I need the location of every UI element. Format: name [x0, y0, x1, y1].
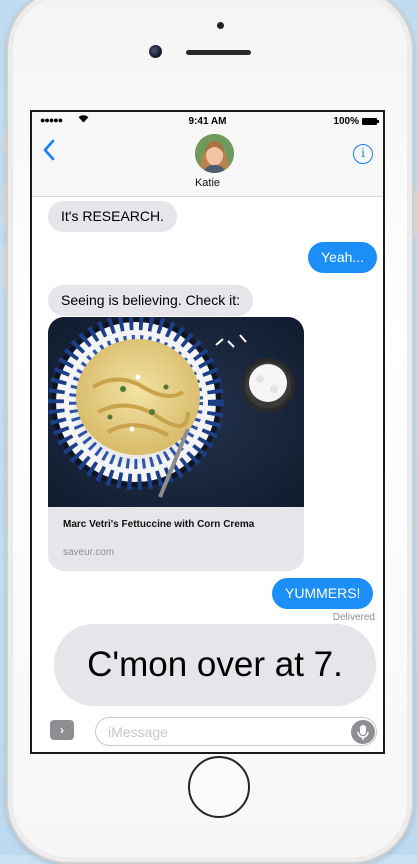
volume-up-button [3, 185, 6, 230]
contact-name[interactable]: Katie [32, 177, 383, 189]
link-preview-card[interactable]: Marc Vetri's Fettuccine with Corn Crema … [48, 317, 304, 571]
front-camera [149, 45, 162, 58]
link-preview-image [48, 317, 304, 507]
back-button[interactable] [42, 138, 62, 164]
mute-switch [3, 130, 6, 152]
message-bubble-incoming[interactable]: Seeing is believing. Check it: [48, 285, 253, 316]
contact-avatar[interactable] [195, 134, 234, 173]
status-time: 9:41 AM [188, 116, 227, 127]
battery-percentage: 100% [333, 116, 359, 127]
message-bubble-incoming-large[interactable]: C'mon over at 7. [54, 624, 376, 706]
proximity-sensor [217, 22, 224, 29]
compose-bar: › [32, 707, 383, 752]
messages-screen: ●●●●● 9:41 AM 100% Katie i It's RESEARCH… [30, 110, 385, 754]
link-preview-domain: saveur.com [63, 547, 115, 558]
conversation-header: ●●●●● 9:41 AM 100% Katie i [32, 112, 383, 197]
link-preview-title: Marc Vetri's Fettuccine with Corn Crema [63, 519, 255, 530]
microphone-button[interactable] [351, 720, 375, 744]
delivered-status: Delivered [332, 612, 375, 623]
info-button[interactable]: i [353, 144, 373, 164]
message-bubble-outgoing[interactable]: Yeah... [308, 242, 378, 273]
app-drawer-button[interactable]: › [50, 720, 74, 740]
microphone-icon [357, 725, 369, 740]
battery-icon [362, 118, 379, 125]
message-bubble-outgoing[interactable]: YUMMERS! [272, 578, 374, 609]
volume-down-button [3, 245, 6, 290]
home-button[interactable] [188, 756, 250, 818]
chevron-left-icon [43, 139, 55, 161]
earpiece-speaker [186, 50, 251, 55]
status-bar: ●●●●● 9:41 AM 100% [32, 112, 383, 130]
message-input[interactable] [95, 717, 377, 746]
message-bubble-incoming[interactable]: It's RESEARCH. [48, 201, 178, 232]
